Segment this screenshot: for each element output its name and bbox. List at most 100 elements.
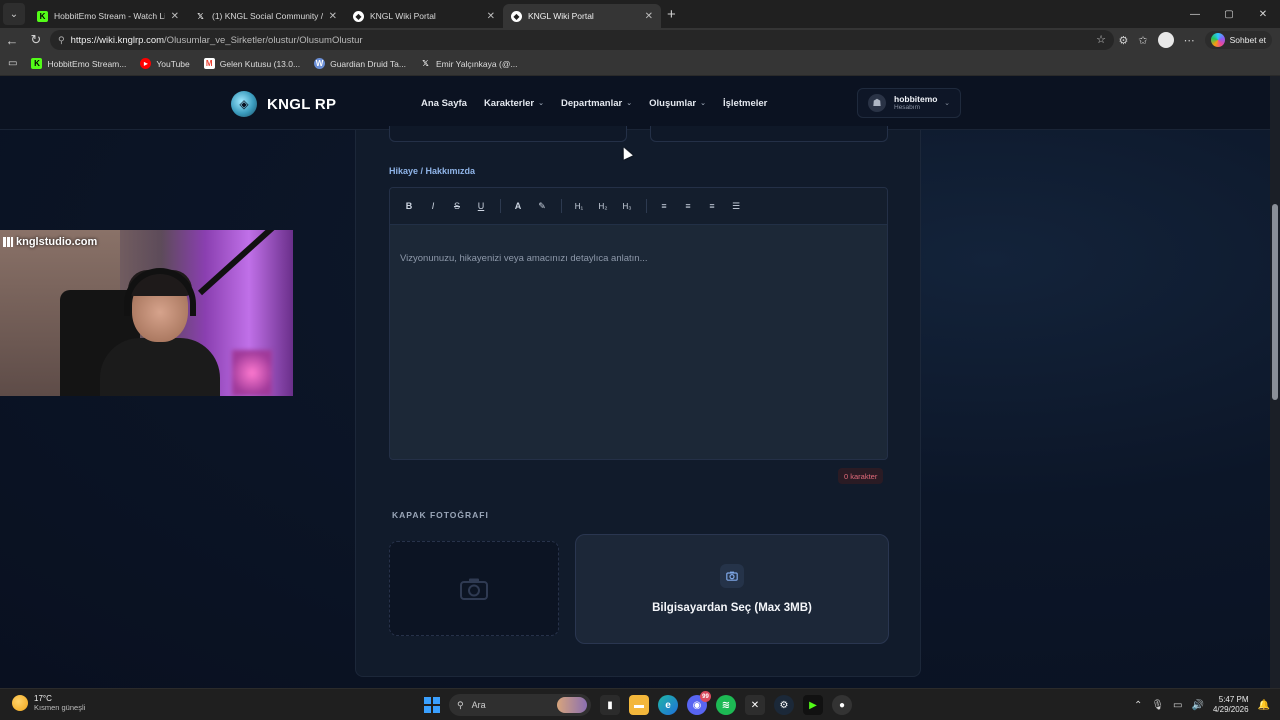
spotify-icon[interactable]: ≋ [716,695,736,715]
browser-tab[interactable]: ◆ KNGL Wiki Portal ✕ [345,4,503,28]
reload-icon[interactable]: ↻ [24,28,48,52]
windows-start-icon[interactable] [424,697,440,713]
main-nav: Ana Sayfa Karakterler ⌄ Departmanlar ⌄ Olu… [421,76,767,130]
favorites-icon[interactable]: ✩ [1138,34,1147,47]
extensions-icon[interactable]: ⚙ [1119,34,1129,47]
more-options-icon[interactable]: ⋯ [1184,34,1195,47]
text-color-button[interactable]: A [507,195,529,217]
back-icon[interactable]: ← [0,28,24,52]
highlight-button[interactable]: ✎ [531,195,553,217]
form-field-partial[interactable] [389,126,627,142]
cover-preview [389,541,559,636]
chevron-down-icon: ⌄ [538,100,544,107]
bookmark-item[interactable]: K HobbitEmo Stream... [31,58,126,69]
edge-icon[interactable]: e [658,695,678,715]
align-justify-icon[interactable]: ☰ [725,195,747,217]
tab-title: (1) KNGL Social Community / X [212,11,323,21]
align-left-icon[interactable]: ≡ [653,195,675,217]
favorite-star-icon[interactable]: ☆ [1096,33,1106,46]
task-view-icon[interactable]: ▮ [600,695,620,715]
browser-tools: ⚙ ✩ ⋯ Sohbet et [1119,28,1280,52]
site-info-icon[interactable]: ⚲ [58,35,65,46]
heading1-button[interactable]: H₁ [568,195,590,217]
bookmark-item[interactable]: 𝕏 Emir Yalçınkaya (@... [420,58,517,69]
new-tab-button[interactable]: + [667,6,676,23]
tab-title: KNGL Wiki Portal [528,11,594,21]
nav-label: İşletmeler [722,97,768,109]
weather-widget[interactable]: 17°C Kısmen güneşli [12,694,85,712]
bold-button[interactable]: B [398,195,420,217]
obs-icon[interactable]: ● [832,695,852,715]
close-tab-icon[interactable]: ✕ [487,11,495,22]
network-icon[interactable]: ▭ [1173,700,1182,711]
search-highlight-image [557,697,587,713]
volume-icon[interactable]: 🔊 [1192,700,1204,711]
scrollbar-thumb[interactable] [1272,204,1278,400]
kick-icon: K [37,10,48,22]
nav-label: Ana Sayfa [421,97,467,109]
webcam-overlay [0,230,293,396]
browser-tab[interactable]: K HobbitEmo Stream - Watch Live o ✕ [29,4,187,28]
heading2-button[interactable]: H₂ [592,195,614,217]
chevron-down-icon: ⌄ [944,100,950,107]
heading3-button[interactable]: H₃ [616,195,638,217]
user-menu[interactable]: ☗ hobbitemo Hesabım ⌄ [857,88,961,118]
search-icon: ⚲ [457,699,464,710]
upload-label: Bilgisayardan Seç (Max 3MB) [652,602,812,614]
tray-expand-icon[interactable]: ⌃ [1134,700,1142,711]
x-icon: 𝕏 [197,11,204,21]
cover-photo-label: KAPAK FOTOĞRAFI [392,510,489,520]
story-textarea[interactable]: Vizyonunuzu, hikayenizi veya amacınızı d… [390,225,887,292]
close-tab-icon[interactable]: ✕ [329,11,337,22]
bookmarks-menu-icon[interactable]: ▭ [8,58,17,69]
discord-icon[interactable]: ◉ 99 [687,691,711,715]
profile-avatar[interactable] [1157,32,1174,48]
qr-icon [3,237,13,247]
page-scrollbar[interactable] [1270,76,1280,688]
steam-icon[interactable]: ⚙ [774,695,794,715]
taskbar-clock[interactable]: 5:47 PM 4/29/2026 [1213,695,1249,715]
webcam-label: knglstudio.com [3,236,97,248]
shield-icon: ◆ [511,10,522,22]
kick-app-icon[interactable]: ▶ [803,695,823,715]
url-field[interactable]: ⚲ https://wiki.knglrp.com/Olusumlar_ve_S… [50,30,1114,50]
browser-tab[interactable]: 𝕏 (1) KNGL Social Community / X ✕ [187,4,345,28]
terminal-icon[interactable]: ✕ [745,695,765,715]
copilot-chat-button[interactable]: Sohbet et [1204,31,1272,49]
rich-text-editor[interactable]: B I S U A ✎ H₁ H₂ H₃ ≡ ≡ ≡ ☰ Vizyonunuzu… [389,187,888,460]
minimize-icon[interactable]: — [1178,0,1212,28]
underline-button[interactable]: U [470,195,492,217]
strikethrough-button[interactable]: S [446,195,468,217]
webcam-lamp-glow [232,350,272,396]
bookmark-item[interactable]: ▸ YouTube [140,58,190,69]
maximize-icon[interactable]: ▢ [1212,0,1246,28]
bookmark-item[interactable]: M Gelen Kutusu (13.0... [203,58,300,69]
chevron-down-icon: ⌄ [700,100,706,107]
clock-date: 4/29/2026 [1212,705,1249,714]
browser-tab-active[interactable]: ◆ KNGL Wiki Portal ✕ [503,4,661,28]
toolbar-divider [561,199,562,213]
site-logo[interactable]: ◈ KNGL RP [231,91,336,117]
search-placeholder: Ara [471,700,486,710]
form-field-partial[interactable] [650,126,888,142]
site-header: ◈ KNGL RP Ana Sayfa Karakterler ⌄ Departm… [0,76,1270,130]
browser-tab-strip: ⌄ K HobbitEmo Stream - Watch Live o ✕ 𝕏 … [0,0,1280,28]
tab-actions-button[interactable]: ⌄ [3,3,25,25]
nav-departmanlar[interactable]: Departmanlar ⌄ [561,98,632,109]
microphone-icon[interactable]: 🎙 [1151,700,1164,711]
nav-isletmeler[interactable]: İşletmeler [723,98,767,109]
close-tab-icon[interactable]: ✕ [171,11,179,22]
upload-cover-button[interactable]: Bilgisayardan Seç (Max 3MB) [575,534,889,644]
align-right-icon[interactable]: ≡ [701,195,723,217]
nav-ana-sayfa[interactable]: Ana Sayfa [421,98,467,109]
close-window-icon[interactable]: ✕ [1246,0,1280,28]
close-tab-icon[interactable]: ✕ [645,11,653,22]
file-explorer-icon[interactable]: ▬ [629,695,649,715]
bookmark-item[interactable]: W Guardian Druid Ta... [314,58,406,69]
nav-olusumlar[interactable]: Oluşumlar ⌄ [649,98,706,109]
notification-bell-icon[interactable]: 🔔 [1258,700,1270,711]
taskbar-search[interactable]: ⚲ Ara [449,694,591,716]
italic-button[interactable]: I [422,195,444,217]
align-center-icon[interactable]: ≡ [677,195,699,217]
nav-karakterler[interactable]: Karakterler ⌄ [484,98,544,109]
